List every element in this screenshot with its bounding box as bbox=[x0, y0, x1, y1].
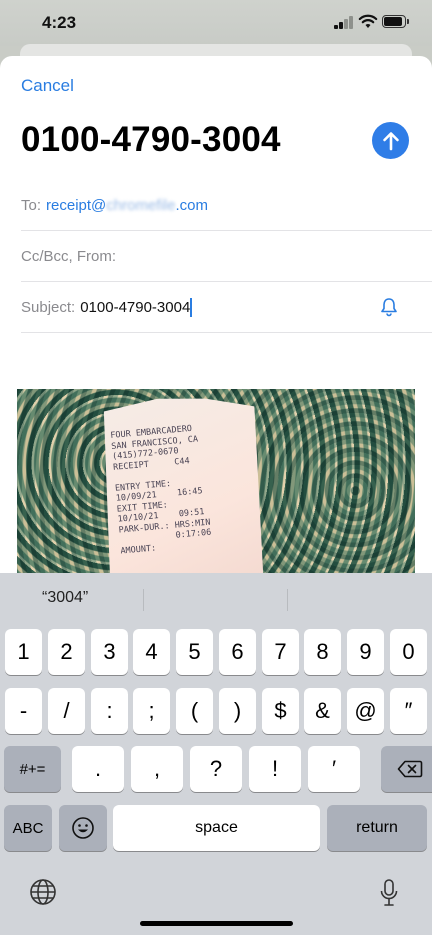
subject-label: Subject: bbox=[21, 298, 76, 316]
key-row1-3[interactable]: 4 bbox=[133, 629, 170, 675]
delete-backspace-icon bbox=[397, 760, 422, 778]
to-recipient[interactable]: receipt@chromefile.com bbox=[46, 197, 208, 214]
key-row3-2[interactable]: ? bbox=[190, 746, 242, 792]
key-row1-9[interactable]: 0 bbox=[390, 629, 427, 675]
key-row3-4[interactable]: ′ bbox=[308, 746, 360, 792]
key-row3-3[interactable]: ! bbox=[249, 746, 301, 792]
key-row2-1[interactable]: / bbox=[48, 688, 85, 734]
return-key[interactable]: return bbox=[327, 805, 427, 851]
bell-icon[interactable] bbox=[380, 297, 398, 317]
key-row1-8[interactable]: 9 bbox=[347, 629, 384, 675]
receipt-text: FOUR EMBARCADERO SAN FRANCISCO, CA (415)… bbox=[94, 390, 271, 574]
microphone-icon[interactable] bbox=[379, 878, 399, 908]
key-row2-6[interactable]: $ bbox=[262, 688, 299, 734]
to-field[interactable]: To: receipt@chromefile.com bbox=[21, 180, 432, 231]
key-row1-7[interactable]: 8 bbox=[304, 629, 341, 675]
compose-sheet: Cancel 0100-4790-3004 To: receipt@chrome… bbox=[0, 56, 432, 656]
key-row2-4[interactable]: ( bbox=[176, 688, 213, 734]
symbols-key[interactable]: #+= bbox=[4, 746, 61, 792]
key-row1-1[interactable]: 2 bbox=[48, 629, 85, 675]
key-row2-2[interactable]: : bbox=[91, 688, 128, 734]
emoji-key[interactable] bbox=[59, 805, 107, 851]
key-row1-5[interactable]: 6 bbox=[219, 629, 256, 675]
key-row2-7[interactable]: & bbox=[304, 688, 341, 734]
key-row2-9[interactable]: ″ bbox=[390, 688, 427, 734]
key-row1-0[interactable]: 1 bbox=[5, 629, 42, 675]
send-button[interactable] bbox=[372, 122, 409, 159]
globe-icon[interactable] bbox=[29, 878, 57, 906]
suggestion-item[interactable]: “3004” bbox=[42, 589, 88, 607]
wifi-icon bbox=[358, 14, 378, 28]
status-time: 4:23 bbox=[42, 13, 77, 32]
key-row2-5[interactable]: ) bbox=[219, 688, 256, 734]
cc-bcc-label: Cc/Bcc, From: bbox=[21, 247, 117, 265]
arrow-up-icon bbox=[382, 131, 399, 150]
status-bar: 4:23 bbox=[0, 0, 432, 46]
keyboard: “3004” 1234567890 - /:;() $ & @ ″ #+= .,?! ′ A… bbox=[0, 573, 432, 935]
key-row2-8[interactable]: @ bbox=[347, 688, 384, 734]
key-row3-1[interactable]: , bbox=[131, 746, 183, 792]
cellular-signal-icon bbox=[334, 16, 354, 29]
cancel-button[interactable]: Cancel bbox=[21, 76, 74, 96]
text-cursor bbox=[190, 297, 193, 317]
compose-title: 0100-4790-3004 bbox=[21, 120, 281, 159]
key-row1-4[interactable]: 5 bbox=[176, 629, 213, 675]
key-row1-2[interactable]: 3 bbox=[91, 629, 128, 675]
subject-input[interactable]: 0100-4790-3004 bbox=[80, 299, 190, 316]
subject-field[interactable]: Subject: 0100-4790-3004 bbox=[21, 282, 432, 333]
key-row3-0[interactable]: . bbox=[72, 746, 124, 792]
key-row1-6[interactable]: 7 bbox=[262, 629, 299, 675]
delete-key[interactable] bbox=[381, 746, 432, 792]
cc-bcc-field[interactable]: Cc/Bcc, From: bbox=[21, 231, 432, 282]
emoji-icon bbox=[72, 817, 94, 839]
key-row2-3[interactable]: ; bbox=[133, 688, 170, 734]
to-label: To: bbox=[21, 196, 42, 214]
battery-icon bbox=[382, 15, 409, 29]
abc-key[interactable]: ABC bbox=[4, 805, 52, 851]
receipt-photo-attachment[interactable]: FOUR EMBARCADERO SAN FRANCISCO, CA (415)… bbox=[17, 389, 415, 574]
key-row2-0[interactable]: - bbox=[5, 688, 42, 734]
space-key[interactable]: space bbox=[113, 805, 320, 851]
home-indicator bbox=[140, 921, 293, 926]
suggestion-bar: “3004” bbox=[0, 573, 432, 625]
